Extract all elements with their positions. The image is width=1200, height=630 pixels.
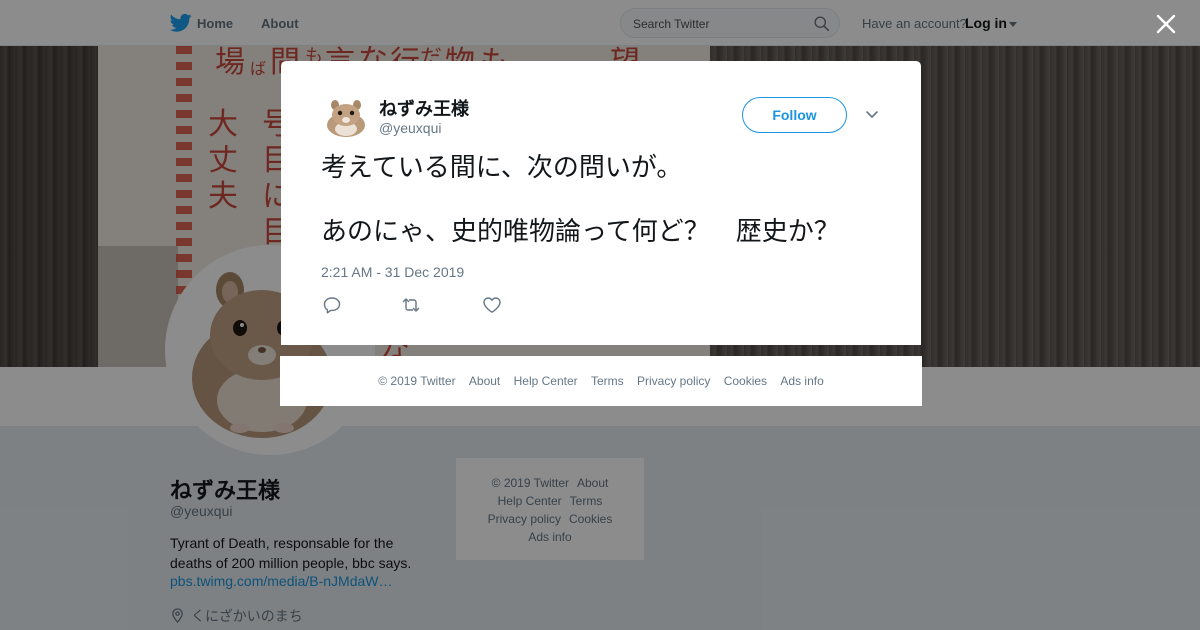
tweet-author-name[interactable]: ねずみ王様: [379, 95, 469, 121]
tweet-author-handle[interactable]: @yeuxqui: [379, 120, 441, 136]
footer-help-link[interactable]: Help Center: [514, 374, 578, 388]
follow-button[interactable]: Follow: [742, 97, 847, 133]
heart-icon[interactable]: [482, 296, 502, 314]
reply-icon[interactable]: [322, 296, 342, 314]
retweet-icon[interactable]: [401, 296, 421, 314]
footer-cookies-link[interactable]: Cookies: [724, 374, 767, 388]
tweet-modal: ねずみ王様 @yeuxqui Follow 考えている間に、次の問いが。 あのに…: [281, 61, 921, 345]
footer-about-link[interactable]: About: [469, 374, 500, 388]
chevron-down-icon[interactable]: [865, 109, 879, 119]
tweet-text-line: 考えている間に、次の問いが。: [321, 153, 683, 183]
footer-privacy-link[interactable]: Privacy policy: [637, 374, 710, 388]
tweet-timestamp[interactable]: 2:21 AM - 31 Dec 2019: [321, 264, 464, 280]
gerbil-avatar-icon: [321, 91, 371, 141]
tweet-author-avatar[interactable]: [321, 91, 371, 141]
tweet-text-line: あのにゃ、史的唯物論って何ど？ 歴史か？: [321, 217, 840, 247]
footer-terms-link[interactable]: Terms: [591, 374, 624, 388]
footer-ads-link[interactable]: Ads info: [780, 374, 823, 388]
tweet-text-gap: [321, 184, 901, 216]
modal-footer: © 2019 Twitter About Help Center Terms P…: [280, 356, 922, 406]
footer-copyright: © 2019 Twitter: [378, 374, 456, 388]
tweet-text: 考えている間に、次の問いが。 あのにゃ、史的唯物論って何ど？ 歴史か？: [321, 152, 901, 248]
close-icon[interactable]: [1156, 14, 1176, 34]
